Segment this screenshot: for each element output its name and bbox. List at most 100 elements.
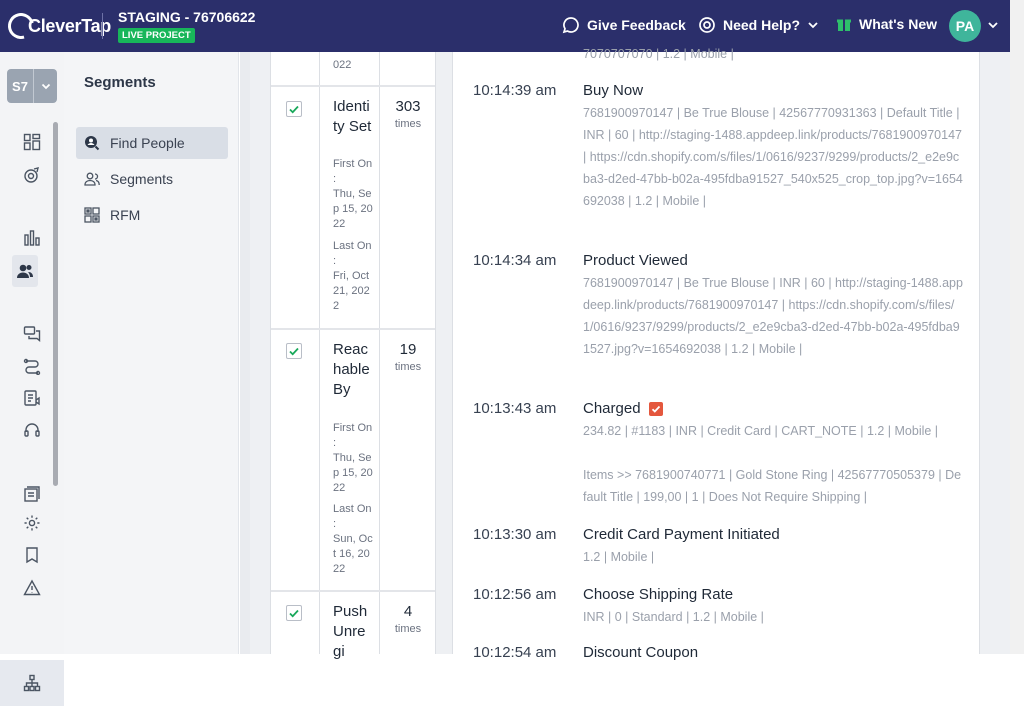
last-on-label: Last On : (333, 503, 372, 530)
sidebar-item-segments[interactable]: Segments (76, 163, 228, 195)
rfm-icon (84, 207, 100, 223)
table-row: Identity Set First On : Thu, Sep 15, 202… (271, 87, 435, 330)
campaigns-icon[interactable] (20, 386, 44, 410)
catalog-icon[interactable] (20, 482, 44, 506)
events-table: 022 Identity Set First On : Thu, Sep 15,… (270, 52, 436, 660)
segments-people-icon[interactable] (12, 255, 38, 287)
event-properties: 1.2 | Mobile | (583, 550, 655, 564)
event-properties: 234.82 | #1183 | INR | Credit Card | CAR… (583, 424, 939, 438)
rail-scrollbar[interactable] (53, 122, 58, 486)
journeys-icon[interactable] (20, 354, 44, 378)
icon-rail: S7 (0, 52, 64, 706)
table-row: Reachable By First On : Thu, Sep 15, 202… (271, 330, 435, 592)
chevron-down-icon (34, 80, 57, 92)
timeline-event-name: Discount Coupon (583, 644, 698, 661)
sidebar-title: Segments (84, 74, 156, 91)
event-time: 10:14:39 am (473, 82, 557, 99)
settings-gear-icon[interactable] (20, 511, 44, 535)
last-on-label: Last On : (333, 240, 372, 267)
chevron-down-icon[interactable] (986, 18, 1000, 32)
logo-ring-icon (3, 8, 39, 44)
whats-new-link[interactable]: What's New (836, 16, 937, 32)
support-headset-icon[interactable] (20, 418, 44, 442)
event-count-unit: times (394, 623, 422, 635)
event-name[interactable]: Push Unregi (333, 602, 373, 662)
timeline-event-label: Product Viewed (583, 252, 688, 269)
event-date-partial: 022 (333, 59, 352, 71)
event-properties: 7681900970147 | Be True Blouse | INR | 6… (583, 276, 963, 356)
timeline-event-name: Choose Shipping Rate (583, 586, 733, 603)
event-time: 10:13:43 am (473, 400, 557, 417)
timeline-event-label: Discount Coupon (583, 644, 699, 661)
event-properties: 7681900970147 | Be True Blouse | 4256777… (583, 106, 963, 208)
event-count: 303 (395, 98, 421, 115)
hierarchy-icon[interactable] (20, 671, 44, 695)
sidebar-item-label: RFM (110, 207, 141, 223)
need-help-menu[interactable]: Need Help? (698, 16, 820, 34)
timeline-event-label: Buy Now (583, 82, 644, 99)
last-on-value: Fri, Oct 21, 2022 (333, 270, 370, 312)
user-avatar[interactable]: PA (949, 10, 981, 42)
timeline-event-label: Charged (583, 400, 641, 417)
sidebar-item-label: Find People (110, 135, 185, 151)
dashboard-icon[interactable] (20, 130, 44, 154)
messages-icon[interactable] (20, 322, 44, 346)
main-content: 022 Identity Set First On : Thu, Sep 15,… (250, 47, 1010, 661)
event-properties: 7070707070 | 1.2 | Mobile | (583, 47, 734, 61)
sidebar-item-label: Segments (110, 171, 174, 187)
header-divider (102, 13, 103, 39)
first-on-value: Thu, Sep 15, 2022 (333, 452, 373, 494)
event-count-unit: times (394, 118, 422, 130)
last-on-value: Sun, Oct 16, 2022 (333, 533, 373, 575)
first-on-value: Thu, Sep 15, 2022 (333, 188, 373, 230)
timeline-event-name: Credit Card Payment Initiated (583, 526, 780, 543)
event-count: 19 (399, 341, 417, 358)
event-checkbox[interactable] (286, 605, 302, 621)
event-properties: INR | 0 | Standard | 1.2 | Mobile | (583, 610, 764, 624)
event-time: 10:12:56 am (473, 586, 557, 603)
charged-check-icon (648, 401, 663, 416)
event-time: 10:14:34 am (473, 252, 557, 269)
project-name[interactable]: STAGING - 76706622 (118, 9, 255, 25)
event-name[interactable]: Identity Set (333, 97, 373, 137)
event-count-unit: times (394, 361, 422, 373)
event-checkbox[interactable] (286, 101, 302, 117)
rail-footer (0, 660, 64, 706)
activity-timeline: 7070707070 | 1.2 | Mobile | 10:14:39 am … (452, 47, 980, 661)
analytics-pointer-icon[interactable] (20, 163, 44, 187)
chevron-down-icon (808, 22, 818, 29)
sidebar-item-find-people[interactable]: Find People (76, 127, 228, 159)
clevertap-logo[interactable]: CleverTap (3, 8, 111, 44)
event-item-properties: Items >> 7681900740771 | Gold Stone Ring… (583, 468, 962, 504)
chat-bubble-icon (562, 17, 579, 34)
timeline-event-name: Charged (583, 400, 663, 417)
warning-icon[interactable] (20, 576, 44, 600)
timeline-event-label: Choose Shipping Rate (583, 586, 734, 603)
account-switcher[interactable]: S7 (7, 69, 57, 103)
whats-new-label: What's New (859, 16, 938, 32)
timeline-event-name: Buy Now (583, 82, 643, 99)
event-time: 10:13:30 am (473, 526, 557, 543)
sidebar-item-rfm[interactable]: RFM (76, 199, 228, 231)
table-row: Push Unregi 4 times (271, 592, 435, 660)
checkmark-icon (289, 347, 299, 356)
give-feedback-label: Give Feedback (587, 17, 686, 33)
event-time: 10:12:54 am (473, 644, 557, 661)
event-count: 4 (403, 603, 413, 620)
give-feedback-link[interactable]: Give Feedback (562, 16, 686, 34)
lifebuoy-icon (699, 17, 715, 33)
event-name[interactable]: Reachable By (333, 340, 373, 400)
segments-icon (84, 172, 100, 186)
checkmark-icon (289, 609, 299, 618)
first-on-label: First On : (333, 422, 373, 449)
live-project-badge: LIVE PROJECT (118, 28, 195, 43)
bookmark-guide-icon[interactable] (20, 543, 44, 567)
bar-chart-icon[interactable] (20, 226, 44, 250)
event-checkbox[interactable] (286, 343, 302, 359)
gift-icon (837, 19, 851, 31)
timeline-event-label: Credit Card Payment Initiated (583, 526, 780, 543)
page-scrollbar[interactable] (1010, 0, 1024, 654)
segments-sidebar: Segments Find People Segments RFM (64, 52, 239, 654)
first-on-label: First On : (333, 158, 373, 185)
checkmark-icon (289, 105, 299, 114)
